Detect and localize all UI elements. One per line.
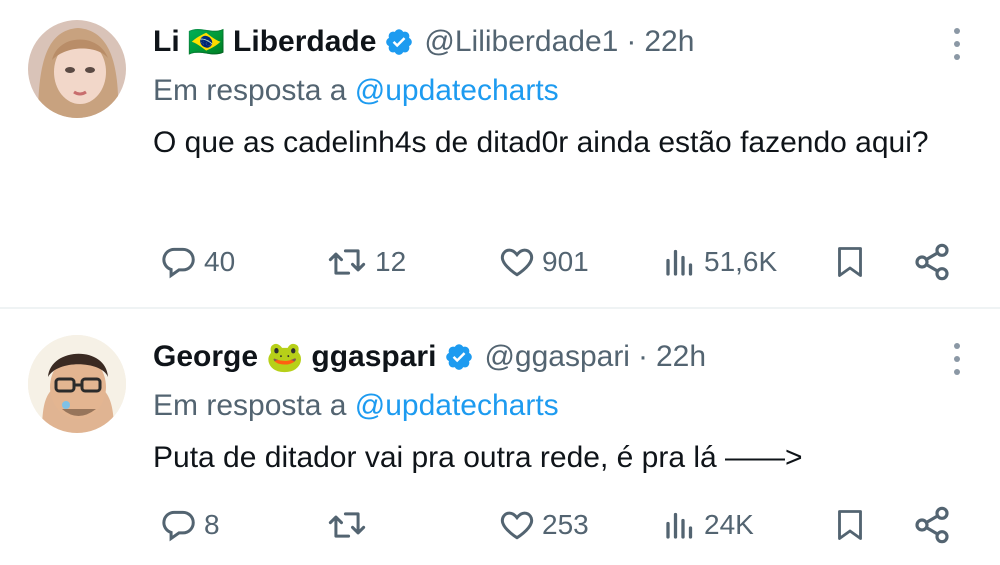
tweet[interactable]: George 🐸 ggaspari @ggaspari · 22h Em res… [0, 309, 1000, 565]
reply-context: Em resposta a @updatecharts [153, 70, 973, 112]
reply-count: 40 [204, 246, 236, 277]
separator-dot: · [637, 340, 648, 373]
author-name[interactable]: George [153, 340, 258, 374]
reply-count: 8 [204, 509, 220, 540]
brazil-flag-emoji: 🇧🇷 [187, 25, 226, 59]
avatar[interactable] [28, 20, 126, 118]
retweet-button[interactable]: 12 [325, 240, 406, 284]
retweet-count: 12 [375, 246, 407, 277]
more-icon[interactable] [942, 339, 972, 379]
views-count: 51,6K [704, 246, 778, 277]
retweet-icon [328, 512, 366, 538]
views-icon [666, 249, 693, 276]
tweet-text: Puta de ditador vai pra outra rede, é pr… [153, 441, 803, 474]
author-name-suffix[interactable]: Liberdade [233, 25, 376, 59]
reply-button[interactable]: 40 [160, 240, 235, 284]
retweet-icon [328, 249, 366, 275]
views-icon [666, 512, 693, 539]
action-bar: 8 253 24K [0, 503, 1000, 547]
timestamp[interactable]: 22h [656, 340, 706, 374]
like-icon [500, 511, 534, 540]
like-count: 253 [542, 509, 589, 540]
reply-prefix: Em resposta a [153, 389, 347, 422]
like-count: 901 [542, 246, 589, 277]
separator-dot: · [626, 25, 637, 58]
like-icon [500, 248, 534, 277]
avatar[interactable] [28, 335, 126, 433]
views-button[interactable]: 24K [662, 503, 754, 547]
author-handle[interactable]: @Liliberdade1 [424, 25, 618, 59]
tweet-text: O que as cadelinh4s de ditad0r ainda est… [153, 126, 929, 159]
bookmark-button[interactable] [832, 240, 868, 284]
views-button[interactable]: 51,6K [662, 240, 777, 284]
reply-prefix: Em resposta a [153, 74, 347, 107]
reply-icon [162, 510, 195, 542]
more-icon[interactable] [942, 24, 972, 64]
like-button[interactable]: 253 [498, 503, 589, 547]
share-button[interactable] [912, 240, 952, 284]
author-name[interactable]: Li [153, 25, 180, 59]
timestamp[interactable]: 22h [644, 25, 694, 59]
frog-emoji: 🐸 [266, 340, 304, 374]
reply-context: Em resposta a @updatecharts [153, 385, 973, 427]
bookmark-icon [838, 510, 862, 540]
verified-icon [446, 344, 473, 370]
share-button[interactable] [912, 503, 952, 547]
author-handle[interactable]: @ggaspari [484, 340, 630, 374]
verified-icon [386, 29, 413, 55]
like-button[interactable]: 901 [498, 240, 589, 284]
tweet[interactable]: Li 🇧🇷 Liberdade @Liliberdade1 · 22h Em r… [0, 0, 1000, 307]
reply-mention-link[interactable]: @updatecharts [355, 74, 559, 107]
retweet-button[interactable] [325, 503, 375, 547]
views-count: 24K [704, 509, 754, 540]
reply-button[interactable]: 8 [160, 503, 220, 547]
reply-mention-link[interactable]: @updatecharts [355, 389, 559, 422]
action-bar: 40 12 901 51,6K [0, 240, 1000, 284]
share-icon [915, 506, 949, 544]
reply-icon [162, 247, 195, 279]
author-name-suffix[interactable]: ggaspari [311, 340, 436, 374]
share-icon [915, 243, 949, 281]
bookmark-button[interactable] [832, 503, 868, 547]
bookmark-icon [838, 247, 862, 277]
